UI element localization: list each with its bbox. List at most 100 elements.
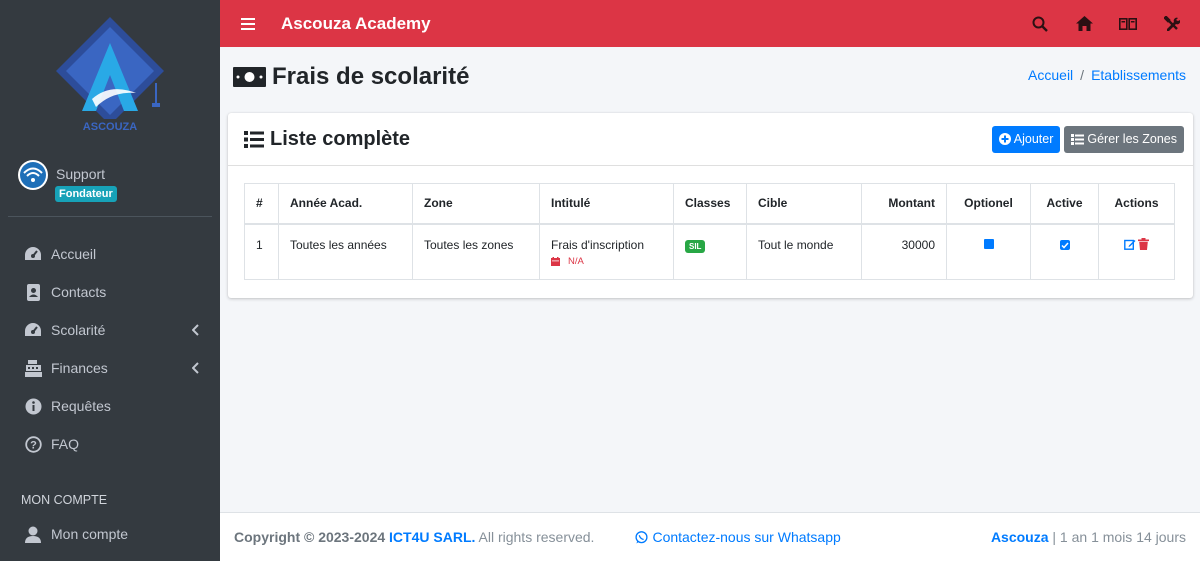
col-zone[interactable]: Zone xyxy=(412,183,540,225)
dashboard-icon xyxy=(24,245,42,263)
sidebar-item-label: Finances xyxy=(51,360,108,376)
sidebar-item-contacts[interactable]: Contacts xyxy=(0,273,220,311)
check-icon xyxy=(1060,242,1069,249)
tools-icon xyxy=(1164,15,1180,31)
sidebar-section-header: MON COMPTE xyxy=(21,493,108,507)
cell-optional xyxy=(946,223,1031,280)
table-header-row: # Année Acad. Zone Intitulé Classes Cibl… xyxy=(244,183,1175,225)
sidebar-item-requetes[interactable]: Requêtes xyxy=(0,387,220,425)
table-row: 1 Toutes les années Toutes les zones Fra… xyxy=(244,223,1175,280)
col-actions[interactable]: Actions xyxy=(1098,183,1175,225)
calendar-icon xyxy=(551,256,560,266)
breadcrumb: Accueil / Etablissements xyxy=(1028,67,1186,83)
rights-text: All rights reserved. xyxy=(475,529,595,545)
breadcrumb-accueil[interactable]: Accueil xyxy=(1028,67,1073,83)
cell-active xyxy=(1030,223,1099,280)
cell-zone: Toutes les zones xyxy=(412,223,540,280)
cell-actions xyxy=(1098,223,1175,280)
sidebar-item-finances[interactable]: Finances xyxy=(0,349,220,387)
plus-circle-icon xyxy=(998,133,1011,145)
question-circle-icon: ? xyxy=(24,435,42,453)
breadcrumb-etablissements[interactable]: Etablissements xyxy=(1091,67,1186,83)
chevron-left-icon xyxy=(191,361,200,377)
add-button-label: Ajouter xyxy=(1013,132,1054,146)
role-badge: Fondateur xyxy=(55,186,117,202)
card-tools: Ajouter Gérer les Zones xyxy=(991,125,1184,153)
copyright-prefix: Copyright © 2023-2024 xyxy=(234,529,386,545)
money-bill-icon xyxy=(233,67,266,87)
card-title-text: Liste complète xyxy=(270,127,411,150)
edit-icon[interactable] xyxy=(1124,238,1136,250)
address-book-icon xyxy=(24,283,42,301)
columns-button[interactable] xyxy=(1106,0,1150,47)
hamburger-icon xyxy=(241,17,255,30)
sidebar-item-mon-compte[interactable]: Mon compte xyxy=(0,515,220,553)
fee-title: Frais d'inscription xyxy=(551,237,644,252)
user-name[interactable]: Support xyxy=(56,166,117,182)
list-icon xyxy=(244,130,264,148)
app-brand[interactable]: Ascouza Academy xyxy=(281,14,431,34)
sidebar: ASCOUZA Support Fondateur Accueil Contac… xyxy=(0,0,220,561)
card-header: Liste complète Ajouter Gérer les Zones xyxy=(228,113,1193,166)
ascouza-logo-icon: ASCOUZA xyxy=(56,17,164,133)
sidebar-item-label: Contacts xyxy=(51,284,107,300)
chevron-left-icon xyxy=(191,323,200,339)
col-amount[interactable]: Montant xyxy=(861,183,947,225)
sidebar-item-label: Scolarité xyxy=(51,322,106,338)
col-title[interactable]: Intitulé xyxy=(539,183,674,225)
cell-target: Tout le monde xyxy=(746,223,862,280)
brand-logo[interactable]: ASCOUZA xyxy=(0,0,220,150)
fees-card: Liste complète Ajouter Gérer les Zones #… xyxy=(228,113,1193,298)
sidebar-item-accueil[interactable]: Accueil xyxy=(0,235,220,273)
fees-table: # Année Acad. Zone Intitulé Classes Cibl… xyxy=(244,183,1175,280)
optional-toggle[interactable] xyxy=(983,238,994,249)
col-num[interactable]: # xyxy=(244,183,279,225)
cell-year: Toutes les années xyxy=(278,223,413,280)
whatsapp-label: Contactez-nous sur Whatsapp xyxy=(652,529,841,545)
col-classes[interactable]: Classes xyxy=(673,183,747,225)
col-target[interactable]: Cible xyxy=(746,183,862,225)
user-panel: Support Fondateur xyxy=(8,150,212,217)
avatar-logo-icon xyxy=(20,162,46,188)
home-button[interactable] xyxy=(1062,0,1106,47)
footer: Copyright © 2023-2024 ICT4U SARL. All ri… xyxy=(220,512,1200,561)
breadcrumb-separator: / xyxy=(1080,67,1085,83)
manage-zones-button[interactable]: Gérer les Zones xyxy=(1064,125,1184,153)
sidebar-item-faq[interactable]: ? FAQ xyxy=(0,425,220,463)
col-active[interactable]: Active xyxy=(1030,183,1099,225)
trash-icon[interactable] xyxy=(1138,237,1149,250)
footer-right: Ascouza | 1 an 1 mois 14 jours xyxy=(991,529,1186,545)
avatar[interactable] xyxy=(18,160,48,190)
active-checkbox[interactable] xyxy=(1059,240,1070,250)
company-link[interactable]: ICT4U SARL. xyxy=(389,529,475,545)
info-circle-icon xyxy=(24,397,42,415)
list-icon xyxy=(1071,133,1085,145)
col-year[interactable]: Année Acad. xyxy=(278,183,413,225)
col-optional[interactable]: Optionel xyxy=(946,183,1031,225)
cell-amount: 30000 xyxy=(861,223,947,280)
uptime-text: | 1 an 1 mois 14 jours xyxy=(1048,529,1186,545)
cell-num: 1 xyxy=(244,223,279,280)
top-navbar: Ascouza Academy xyxy=(220,0,1200,47)
manage-zones-label: Gérer les Zones xyxy=(1087,132,1177,146)
sidebar-nav: Accueil Contacts Scolarité Finances Requ… xyxy=(0,235,220,463)
card-title: Liste complète xyxy=(244,128,410,151)
content-header: Frais de scolarité Accueil / Etablisseme… xyxy=(220,47,1200,109)
fee-date: N/A xyxy=(551,256,662,267)
sidebar-item-label: Mon compte xyxy=(51,526,129,542)
svg-text:ASCOUZA: ASCOUZA xyxy=(83,121,137,133)
add-button[interactable]: Ajouter xyxy=(991,125,1061,153)
sidebar-item-scolarite[interactable]: Scolarité xyxy=(0,311,220,349)
page-title: Frais de scolarité xyxy=(233,63,469,91)
svg-text:?: ? xyxy=(30,439,37,451)
whatsapp-link[interactable]: Contactez-nous sur Whatsapp xyxy=(635,529,841,545)
fee-date-value: N/A xyxy=(568,255,584,267)
columns-icon xyxy=(1119,17,1137,30)
sidebar-item-label: Requêtes xyxy=(51,398,111,414)
menu-toggle-button[interactable] xyxy=(220,0,276,47)
search-button[interactable] xyxy=(1018,0,1062,47)
class-badge: SIL xyxy=(685,239,706,253)
whatsapp-icon xyxy=(635,530,649,543)
page-title-text: Frais de scolarité xyxy=(272,63,470,90)
tools-button[interactable] xyxy=(1150,0,1194,47)
